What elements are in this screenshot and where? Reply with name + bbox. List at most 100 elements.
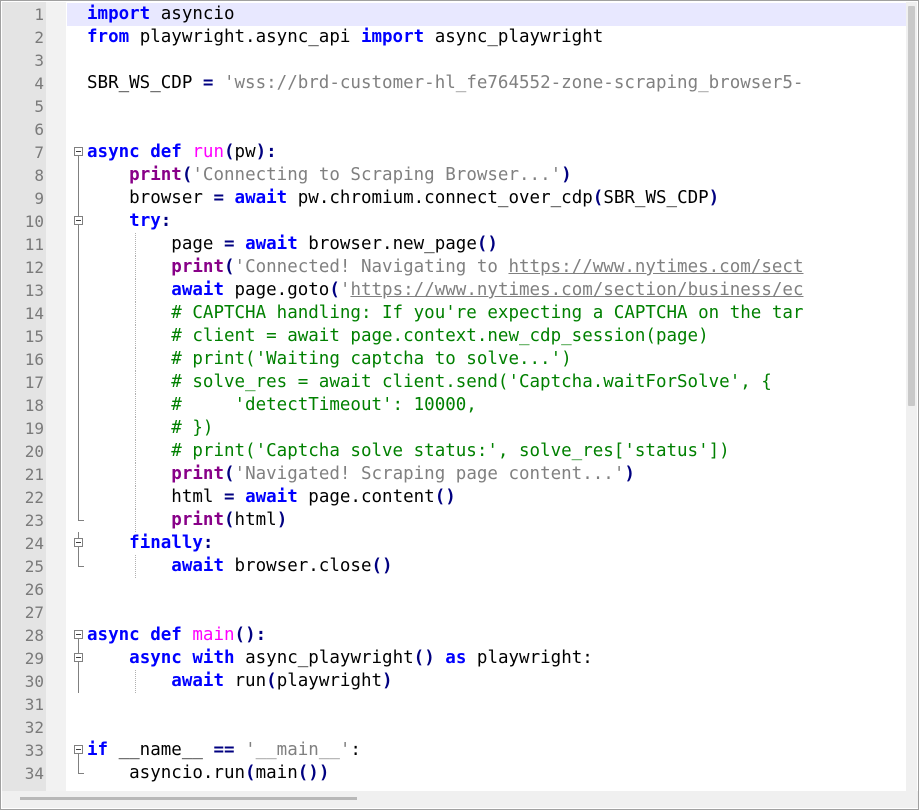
code-editor[interactable]: 1 import asyncio 2 from playwright.async_ap… — [0, 0, 919, 810]
horizontal-scrollbar[interactable] — [2, 791, 918, 808]
code-text[interactable]: from playwright.async_api import async_p… — [87, 26, 603, 49]
code-line[interactable]: 30 await run(playwright) — [2, 670, 906, 693]
code-line[interactable]: 17 # solve_res = await client.send('Capt… — [2, 371, 906, 394]
code-text[interactable]: # 'detectTimeout': 10000, — [87, 394, 477, 417]
code-line[interactable]: 26 — [2, 578, 906, 601]
code-text[interactable]: # client = await page.context.new_cdp_se… — [87, 325, 709, 348]
code-line[interactable]: 5 — [2, 95, 906, 118]
code-token: 'Connected! Navigating to — [234, 257, 509, 277]
code-line[interactable]: 1 import asyncio — [2, 3, 906, 26]
code-token: ()) — [297, 763, 330, 783]
code-token: ( — [223, 257, 235, 277]
code-line[interactable]: 21 print('Navigated! Scraping page conte… — [2, 463, 906, 486]
code-line[interactable]: 22 html = await page.content() — [2, 486, 906, 509]
code-text[interactable]: finally: — [87, 532, 213, 555]
code-text[interactable]: if __name__ == '__main__': — [87, 739, 361, 762]
line-number: 23 — [24, 511, 44, 530]
code-text[interactable]: SBR_WS_CDP = 'wss://brd-customer-hl_fe76… — [87, 72, 803, 95]
code-line[interactable]: 16 # print('Waiting captcha to solve...'… — [2, 348, 906, 371]
fold-line — [78, 440, 79, 463]
code-text[interactable]: # CAPTCHA handling: If you're expecting … — [87, 302, 803, 325]
code-line[interactable]: 27 — [2, 601, 906, 624]
code-text[interactable]: print('Navigated! Scraping page content.… — [87, 463, 635, 486]
code-text[interactable]: try: — [87, 210, 171, 233]
code-line[interactable]: 14 # CAPTCHA handling: If you're expecti… — [2, 302, 906, 325]
code-text[interactable]: await browser.close() — [87, 555, 392, 578]
code-text[interactable]: # print('Waiting captcha to solve...') — [87, 348, 571, 371]
horizontal-scrollbar-thumb[interactable] — [20, 797, 357, 800]
code-token: '__main__' — [245, 740, 351, 760]
code-token: # client = await page.context.new_cdp_se… — [171, 326, 709, 346]
fold-line — [78, 325, 79, 348]
code-line[interactable]: 10 try: — [2, 210, 906, 233]
code-text[interactable]: print('Connected! Navigating to https://… — [87, 256, 803, 279]
code-line[interactable]: 25 await browser.close() — [2, 555, 906, 578]
code-text[interactable]: # }) — [87, 417, 213, 440]
code-line[interactable]: 9 browser = await pw.chromium.connect_ov… — [2, 187, 906, 210]
fold-end-marker — [78, 773, 84, 774]
fold-toggle-icon[interactable] — [74, 216, 83, 225]
code-line[interactable]: 32 — [2, 716, 906, 739]
code-token: () — [476, 234, 498, 254]
code-line[interactable]: 7 async def run(pw): — [2, 141, 906, 164]
code-token: == — [213, 740, 235, 760]
code-token: await — [245, 487, 298, 507]
code-token: # print('Captcha solve status:', solve_r… — [171, 441, 730, 461]
code-text[interactable]: # solve_res = await client.send('Captcha… — [87, 371, 772, 394]
code-line[interactable]: 19 # }) — [2, 417, 906, 440]
code-text[interactable]: print(html) — [87, 509, 287, 532]
fold-toggle-icon[interactable] — [74, 147, 83, 156]
fold-line — [78, 302, 79, 325]
code-line[interactable]: 23 print(html) — [2, 509, 906, 532]
code-token: https://www.nytimes.com/sect — [508, 257, 804, 277]
fold-toggle-icon[interactable] — [74, 630, 83, 639]
code-line[interactable]: 3 — [2, 49, 906, 72]
fold-line — [78, 486, 79, 509]
line-number: 6 — [34, 120, 44, 139]
code-line[interactable]: 2 from playwright.async_api import async_… — [2, 26, 906, 49]
code-text[interactable]: print('Connecting to Scraping Browser...… — [87, 164, 572, 187]
code-line[interactable]: 20 # print('Captcha solve status:', solv… — [2, 440, 906, 463]
code-text[interactable]: html = await page.content() — [87, 486, 456, 509]
code-line[interactable]: 13 await page.goto('https://www.nytimes.… — [2, 279, 906, 302]
code-line[interactable]: 33 if __name__ == '__main__': — [2, 739, 906, 762]
code-text[interactable]: async def main(): — [87, 624, 266, 647]
code-text[interactable]: async def run(pw): — [87, 141, 277, 164]
line-number: 11 — [24, 235, 44, 254]
code-token: async — [87, 142, 140, 162]
code-line[interactable]: 18 # 'detectTimeout': 10000, — [2, 394, 906, 417]
code-line[interactable]: 12 print('Connected! Navigating to https… — [2, 256, 906, 279]
code-line[interactable]: 15 # client = await page.context.new_cdp… — [2, 325, 906, 348]
code-text[interactable]: # print('Captcha solve status:', solve_r… — [87, 440, 730, 463]
fold-toggle-icon[interactable] — [74, 538, 83, 547]
code-line[interactable]: 31 — [2, 693, 906, 716]
code-line[interactable]: 6 — [2, 118, 906, 141]
code-line[interactable]: 28 async def main(): — [2, 624, 906, 647]
code-token: # CAPTCHA handling: If you're expecting … — [171, 303, 804, 323]
code-text[interactable]: import asyncio — [87, 3, 235, 26]
vertical-scrollbar[interactable] — [906, 2, 917, 792]
code-line[interactable]: 24 finally: — [2, 532, 906, 555]
vertical-scrollbar-thumb[interactable] — [908, 6, 915, 406]
code-line[interactable]: 4 SBR_WS_CDP = 'wss://brd-customer-hl_fe7… — [2, 72, 906, 95]
code-text[interactable]: browser = await pw.chromium.connect_over… — [87, 187, 719, 210]
code-text[interactable]: await run(playwright) — [87, 670, 392, 693]
fold-toggle-icon[interactable] — [74, 653, 83, 662]
fold-line — [78, 233, 79, 256]
fold-end-marker — [78, 566, 84, 567]
code-text[interactable]: await page.goto('https://www.nytimes.com… — [87, 279, 803, 302]
code-line[interactable]: 8 print('Connecting to Scraping Browser.… — [2, 164, 906, 187]
code-token: # solve_res = await client.send('Captcha… — [171, 372, 772, 392]
code-line[interactable]: 29 async with async_playwright() as play… — [2, 647, 906, 670]
code-text[interactable]: async with async_playwright() as playwri… — [87, 647, 593, 670]
line-number: 18 — [24, 396, 44, 415]
code-line[interactable]: 34 asyncio.run(main()) — [2, 762, 906, 785]
code-text[interactable]: asyncio.run(main()) — [87, 762, 329, 785]
code-text[interactable]: page = await browser.new_page() — [87, 233, 498, 256]
fold-toggle-icon[interactable] — [74, 745, 83, 754]
line-number: 14 — [24, 304, 44, 323]
code-line[interactable]: 11 page = await browser.new_page() — [2, 233, 906, 256]
